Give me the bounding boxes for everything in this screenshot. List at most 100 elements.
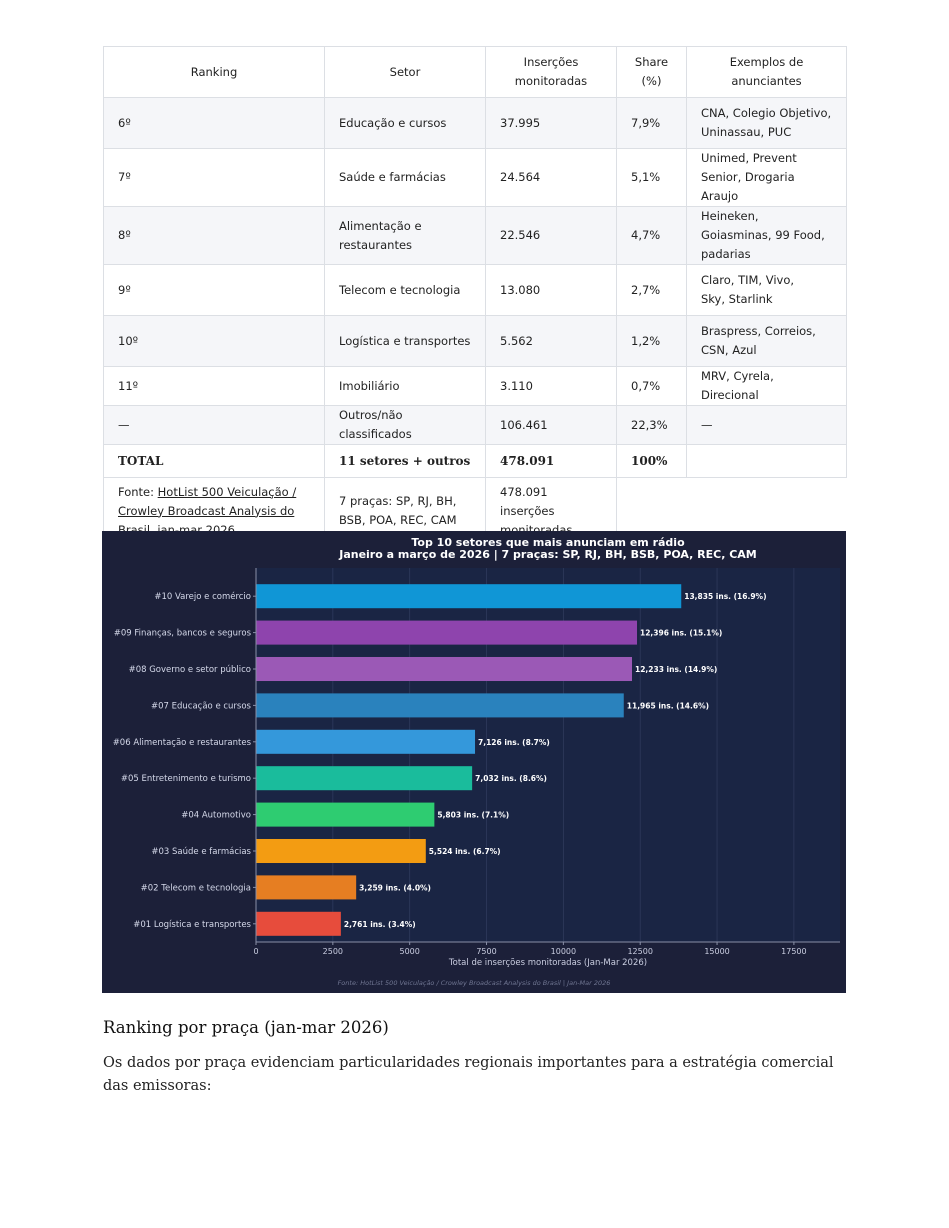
y-category-label: #06 Alimentação e restaurantes — [113, 738, 252, 748]
rank-cell: 11º — [103, 366, 325, 406]
bar-value-label: 12,396 ins. (15.1%) — [640, 629, 722, 638]
x-tick-label: 0 — [253, 947, 258, 956]
x-tick-label: 2500 — [323, 947, 343, 956]
share-cell: 1,2% — [616, 315, 687, 367]
examples-cell: Heineken, Goiasminas, 99 Food, padarias — [686, 206, 847, 265]
sector-bar-chart: Top 10 setores que mais anunciam em rádi… — [102, 531, 846, 993]
sector-cell: Logística e transportes — [324, 315, 486, 367]
bar-value-label: 3,259 ins. (4.0%) — [359, 883, 431, 892]
examples-cell: CNA, Colegio Objetivo, Uninassau, PUC — [686, 97, 847, 149]
x-axis-label: Total de inserções monitoradas (Jan-Mar … — [448, 958, 647, 968]
share-cell: 2,7% — [616, 264, 687, 316]
table-header-row: Ranking Setor Inserções monitoradas Shar… — [103, 46, 847, 98]
examples-cell: Braspress, Correios, CSN, Azul — [686, 315, 847, 367]
section-heading: Ranking por praça (jan-mar 2026) — [103, 1018, 389, 1037]
share-cell: 7,9% — [616, 97, 687, 149]
bar-value-label: 7,032 ins. (8.6%) — [475, 774, 547, 783]
x-tick-label: 15000 — [704, 947, 729, 956]
total-row: TOTAL 11 setores + outros 478.091 100% — [103, 444, 847, 478]
bar — [256, 693, 624, 718]
sector-cell: Imobiliário — [324, 366, 486, 406]
x-tick-label: 7500 — [476, 947, 496, 956]
x-tick-label: 10000 — [551, 947, 576, 956]
chart-subtitle: Janeiro a março de 2026 | 7 praças: SP, … — [338, 548, 757, 561]
insertions-cell: 106.461 — [485, 405, 617, 445]
bar — [256, 766, 473, 791]
table-row: 7º Saúde e farmácias 24.564 5,1% Unimed,… — [103, 148, 847, 207]
table-row: 11º Imobiliário 3.110 0,7% MRV, Cyrela, … — [103, 366, 847, 406]
ranking-table-container: Ranking Setor Inserções monitoradas Shar… — [103, 46, 847, 545]
bar — [256, 620, 638, 645]
insertions-cell: 13.080 — [485, 264, 617, 316]
table-row: 10º Logística e transportes 5.562 1,2% B… — [103, 315, 847, 367]
y-category-label: #10 Varejo e comércio — [154, 591, 251, 602]
bar-value-label: 7,126 ins. (8.7%) — [478, 738, 550, 747]
rank-cell: 7º — [103, 148, 325, 207]
bar — [256, 656, 633, 682]
examples-cell: MRV, Cyrela, Direcional — [686, 366, 847, 406]
table-row: 6º Educação e cursos 37.995 7,9% CNA, Co… — [103, 97, 847, 149]
examples-cell: — — [686, 405, 847, 445]
rank-cell: — — [103, 405, 325, 445]
rank-cell: 6º — [103, 97, 325, 149]
chart-footnote: Fonte: HotList 500 Veiculação / Crowley … — [338, 979, 611, 987]
insertions-cell: 5.562 — [485, 315, 617, 367]
bar — [256, 584, 682, 609]
insertions-cell: 24.564 — [485, 148, 617, 207]
y-category-label: #07 Educação e cursos — [151, 701, 252, 711]
bar — [256, 729, 476, 754]
sector-cell: Outros/não classificados — [324, 405, 486, 445]
bar-chart-svg: Top 10 setores que mais anunciam em rádi… — [113, 536, 840, 987]
insertions-cell: 37.995 — [485, 97, 617, 149]
bar — [256, 838, 426, 864]
sector-cell: Telecom e tecnologia — [324, 264, 486, 316]
column-header-ranking: Ranking — [103, 46, 325, 98]
sector-cell: Alimentação e restaurantes — [324, 206, 486, 265]
share-cell: 5,1% — [616, 148, 687, 207]
bar — [256, 875, 357, 900]
x-tick-label: 17500 — [781, 947, 806, 956]
bar-value-label: 5,803 ins. (7.1%) — [437, 811, 509, 820]
bar — [256, 911, 341, 936]
table-row: 9º Telecom e tecnologia 13.080 2,7% Clar… — [103, 264, 847, 316]
column-header-insertions: Inserções monitoradas — [485, 46, 617, 98]
x-tick-label: 12500 — [627, 947, 652, 956]
bar-value-label: 11,965 ins. (14.6%) — [627, 701, 709, 710]
section-paragraph: Os dados por praça evidenciam particular… — [103, 1055, 834, 1094]
y-category-label: #05 Entretenimento e turismo — [121, 774, 251, 784]
y-category-label: #02 Telecom e tecnologia — [141, 883, 251, 893]
examples-cell: Unimed, Prevent Senior, Drogaria Araujo — [686, 148, 847, 207]
bar-value-label: 5,524 ins. (6.7%) — [429, 847, 501, 856]
y-category-label: #04 Automotivo — [181, 811, 251, 821]
table-row: — Outros/não classificados 106.461 22,3%… — [103, 405, 847, 445]
insertions-cell: 22.546 — [485, 206, 617, 265]
total-examples-empty — [686, 444, 847, 478]
rank-cell: 9º — [103, 264, 325, 316]
column-header-examples: Exemplos de anunciantes — [686, 46, 847, 98]
table-row: 8º Alimentação e restaurantes 22.546 4,7… — [103, 206, 847, 265]
x-tick-label: 5000 — [400, 947, 420, 956]
y-category-label: #09 Finanças, bancos e seguros — [114, 629, 252, 639]
source-prefix: Fonte: — [118, 484, 158, 499]
examples-cell: Claro, TIM, Vivo, Sky, Starlink — [686, 264, 847, 316]
rank-cell: 8º — [103, 206, 325, 265]
sector-ranking-table: Ranking Setor Inserções monitoradas Shar… — [103, 46, 847, 545]
share-cell: 0,7% — [616, 366, 687, 406]
total-share: 100% — [616, 444, 687, 478]
y-category-label: #01 Logística e transportes — [133, 920, 251, 930]
bar-value-label: 2,761 ins. (3.4%) — [344, 920, 416, 929]
bar-value-label: 13,835 ins. (16.9%) — [684, 592, 766, 601]
total-label: TOTAL — [103, 444, 325, 478]
total-sector: 11 setores + outros — [324, 444, 486, 478]
y-category-label: #03 Saúde e farmácias — [151, 847, 251, 857]
insertions-cell: 3.110 — [485, 366, 617, 406]
total-insertions: 478.091 — [485, 444, 617, 478]
share-cell: 22,3% — [616, 405, 687, 445]
y-category-label: #08 Governo e setor público — [129, 665, 251, 675]
sector-cell: Educação e cursos — [324, 97, 486, 149]
share-cell: 4,7% — [616, 206, 687, 265]
bar — [256, 802, 435, 827]
rank-cell: 10º — [103, 315, 325, 367]
bar-value-label: 12,233 ins. (14.9%) — [635, 665, 717, 674]
column-header-sector: Setor — [324, 46, 486, 98]
